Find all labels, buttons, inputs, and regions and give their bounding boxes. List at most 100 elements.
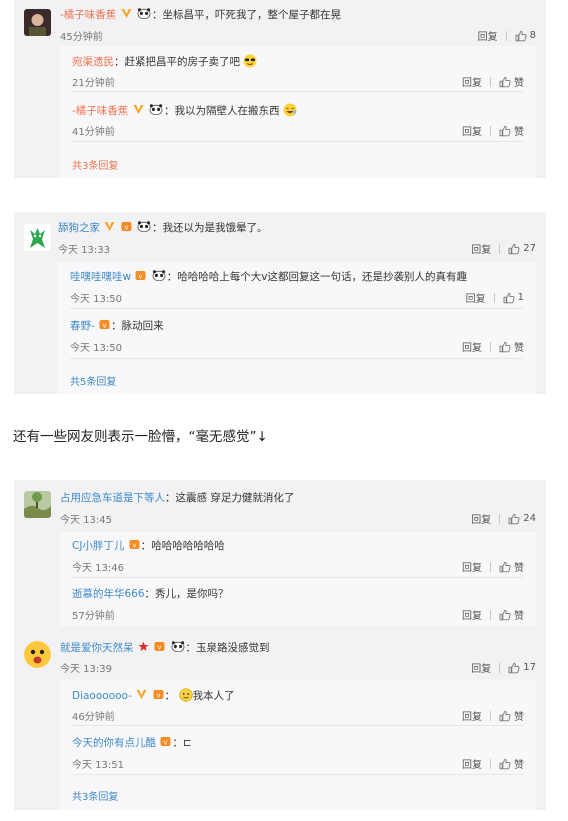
reply-time: 41分钟前	[72, 127, 115, 138]
comment-time: 今天 13:39	[60, 664, 112, 675]
comment-actions: 回复 24	[471, 511, 536, 526]
reply-button[interactable]: 回复	[466, 290, 486, 305]
reply-button[interactable]: 回复	[462, 559, 482, 574]
reply-actions: 回复 赞	[462, 74, 524, 89]
comment-card: 舔狗之家 ：我还以为是我饿晕了。 今天 13:33 回复 27 哇嘿哇嘿哇w ：…	[14, 212, 546, 394]
vip-badge-icon	[99, 319, 110, 330]
username[interactable]: 占用应急车道是下等人	[60, 492, 165, 504]
like-count[interactable]: 赞	[514, 123, 524, 138]
reply-actions: 回复 赞	[462, 339, 524, 354]
like-count[interactable]: 赞	[514, 756, 524, 771]
username[interactable]: 舔狗之家	[58, 222, 100, 234]
reply-actions: 回复 赞	[462, 123, 524, 138]
comment-text: 坐标昌平，吓死我了，整个屋子都在晃	[162, 9, 341, 21]
like-count[interactable]: 24	[523, 513, 536, 524]
like-count[interactable]: 赞	[514, 708, 524, 723]
username[interactable]: 逝慕的年华666	[72, 588, 145, 600]
reply-button[interactable]: 回复	[462, 708, 482, 723]
divider	[70, 308, 524, 309]
like-count[interactable]: 17	[523, 662, 536, 673]
reply-button[interactable]: 回复	[462, 607, 482, 622]
reply-text: 我以为隔壁人在搬东西	[174, 105, 280, 117]
divider	[490, 609, 491, 620]
username[interactable]: -橘子味香蕉	[60, 9, 116, 21]
username[interactable]: 就是爱你天然呆	[60, 642, 134, 654]
reply-time: 今天 13:46	[72, 563, 124, 574]
laughing-emoji-icon	[283, 103, 297, 117]
like-icon[interactable]	[499, 561, 511, 573]
reply-time: 今天 13:50	[70, 343, 122, 354]
like-count[interactable]: 8	[530, 30, 536, 41]
reply-time: 21分钟前	[72, 78, 115, 89]
username[interactable]: Diaoooooo-	[72, 690, 132, 702]
more-replies-link[interactable]: 共3条回复	[72, 157, 118, 172]
reply-button[interactable]: 回复	[462, 74, 482, 89]
username[interactable]: 春野-	[70, 320, 95, 332]
reply-line: 今天的你有点儿酷 ：⊏	[72, 736, 192, 749]
avatar[interactable]	[24, 491, 51, 518]
like-count[interactable]: 27	[523, 243, 536, 254]
like-count[interactable]: 赞	[514, 74, 524, 89]
username[interactable]: 今天的你有点儿酷	[72, 737, 156, 749]
reply-button[interactable]: 回复	[471, 241, 491, 256]
comment-actions: 回复 8	[478, 28, 536, 43]
more-replies-link[interactable]: 共3条回复	[72, 788, 118, 803]
reply-button[interactable]: 回复	[471, 511, 491, 526]
like-icon[interactable]	[499, 76, 511, 88]
reply-button[interactable]: 回复	[471, 660, 491, 675]
reply-button[interactable]: 回复	[462, 756, 482, 771]
replies-box: CJ小胖丁儿 ：哈哈哈哈哈哈哈 今天 13:46 回复 赞 逝慕的年华666：秀…	[60, 532, 536, 626]
vip-badge-icon	[129, 539, 140, 550]
reply-time: 46分钟前	[72, 712, 115, 723]
reply-actions: 回复 赞	[462, 559, 524, 574]
divider	[72, 774, 524, 775]
like-icon[interactable]	[499, 341, 511, 353]
reply-line: 春野- ：脉动回来	[70, 319, 164, 332]
verified-v-badge-icon	[133, 104, 144, 115]
like-icon[interactable]	[508, 662, 520, 674]
username[interactable]: 哇嘿哇嘿哇w	[70, 271, 131, 283]
verified-v-badge-icon	[121, 8, 132, 19]
reply-button[interactable]: 回复	[478, 28, 498, 43]
more-replies-link[interactable]: 共5条回复	[70, 373, 116, 388]
like-icon[interactable]	[499, 758, 511, 770]
reply-text: ⊏	[182, 737, 192, 749]
avatar[interactable]	[24, 224, 51, 251]
username[interactable]: CJ小胖丁儿	[72, 540, 124, 552]
like-count[interactable]: 赞	[514, 607, 524, 622]
username[interactable]: -橘子味香蕉	[72, 105, 128, 117]
like-icon[interactable]	[499, 710, 511, 722]
divider	[499, 662, 501, 673]
reply-button[interactable]: 回复	[462, 339, 482, 354]
divider	[505, 30, 507, 41]
like-count[interactable]: 赞	[514, 559, 524, 574]
username[interactable]: 宛渠遗民	[72, 56, 114, 68]
reply-actions: 回复 赞	[462, 756, 524, 771]
like-icon[interactable]	[503, 292, 515, 304]
reply-text: 赶紧把昌平的房子卖了吧	[124, 56, 241, 68]
like-icon[interactable]	[508, 243, 520, 255]
reply-line: 宛渠遗民：赶紧把昌平的房子卖了吧	[72, 54, 257, 69]
comment-line: -橘子味香蕉 ：坐标昌平，吓死我了，整个屋子都在晃	[60, 8, 341, 21]
like-count[interactable]: 赞	[514, 339, 524, 354]
comment-line: 占用应急车道是下等人：这震感 穿足力健就消化了	[60, 492, 295, 504]
reply-time: 57分钟前	[72, 611, 115, 622]
vip-badge-icon	[154, 641, 165, 652]
reply-line: 逝慕的年华666：秀儿，是你吗？	[72, 588, 229, 600]
replies-box: 哇嘿哇嘿哇w ：哈哈哈哈上每个大v这都回复这一句话，还是抄袭别人的真有趣 今天 …	[58, 262, 536, 394]
vip-badge-icon	[160, 736, 171, 747]
like-icon[interactable]	[508, 513, 520, 525]
comment-actions: 回复 17	[471, 660, 536, 675]
divider	[490, 76, 491, 87]
divider	[490, 125, 491, 136]
sunglasses-emoji-icon	[243, 54, 257, 68]
like-icon[interactable]	[499, 125, 511, 137]
reply-text: 哈哈哈哈哈哈哈	[151, 540, 225, 552]
reply-button[interactable]: 回复	[462, 123, 482, 138]
like-icon[interactable]	[515, 30, 527, 42]
like-icon[interactable]	[499, 609, 511, 621]
divider	[490, 710, 491, 721]
avatar[interactable]	[24, 641, 51, 668]
avatar[interactable]	[24, 9, 51, 36]
like-count[interactable]: 1	[518, 292, 524, 303]
